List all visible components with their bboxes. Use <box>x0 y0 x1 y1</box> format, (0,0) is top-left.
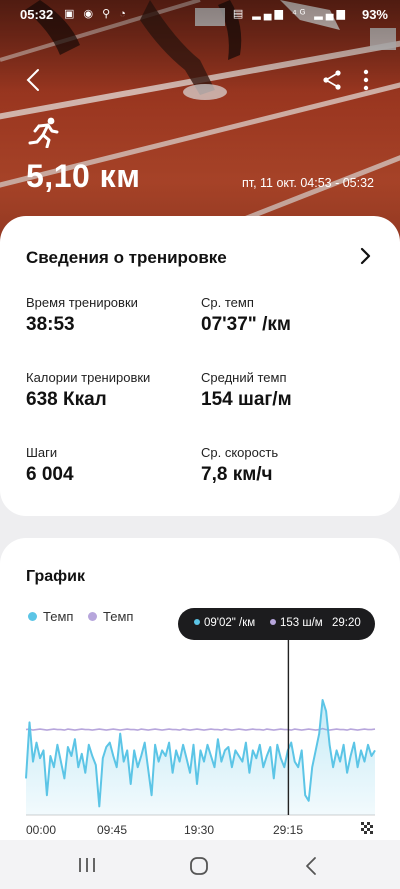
tooltip-pace-value: 09'02" /км <box>204 617 256 629</box>
x-tick-0: 00:00 <box>26 823 57 837</box>
tooltip-cadence-value: 153 ш/м <box>280 617 323 629</box>
tooltip-cadence: 153 ш/м <box>270 617 323 629</box>
tooltip-pace: 09'02" /км <box>194 617 255 629</box>
x-tick-1: 09:45 <box>97 823 128 837</box>
tooltip-time: 29:20 <box>332 617 361 629</box>
x-tick-2: 19:30 <box>184 823 215 837</box>
pace-chart[interactable] <box>0 0 400 889</box>
home-icon[interactable] <box>189 856 209 876</box>
x-tick-3: 29:15 <box>273 823 304 837</box>
recent-apps-icon[interactable] <box>78 857 96 873</box>
chart-tooltip: 09'02" /км 153 ш/м 29:20 <box>178 608 375 640</box>
back-icon[interactable] <box>304 856 318 876</box>
finish-flag-icon <box>361 822 373 834</box>
